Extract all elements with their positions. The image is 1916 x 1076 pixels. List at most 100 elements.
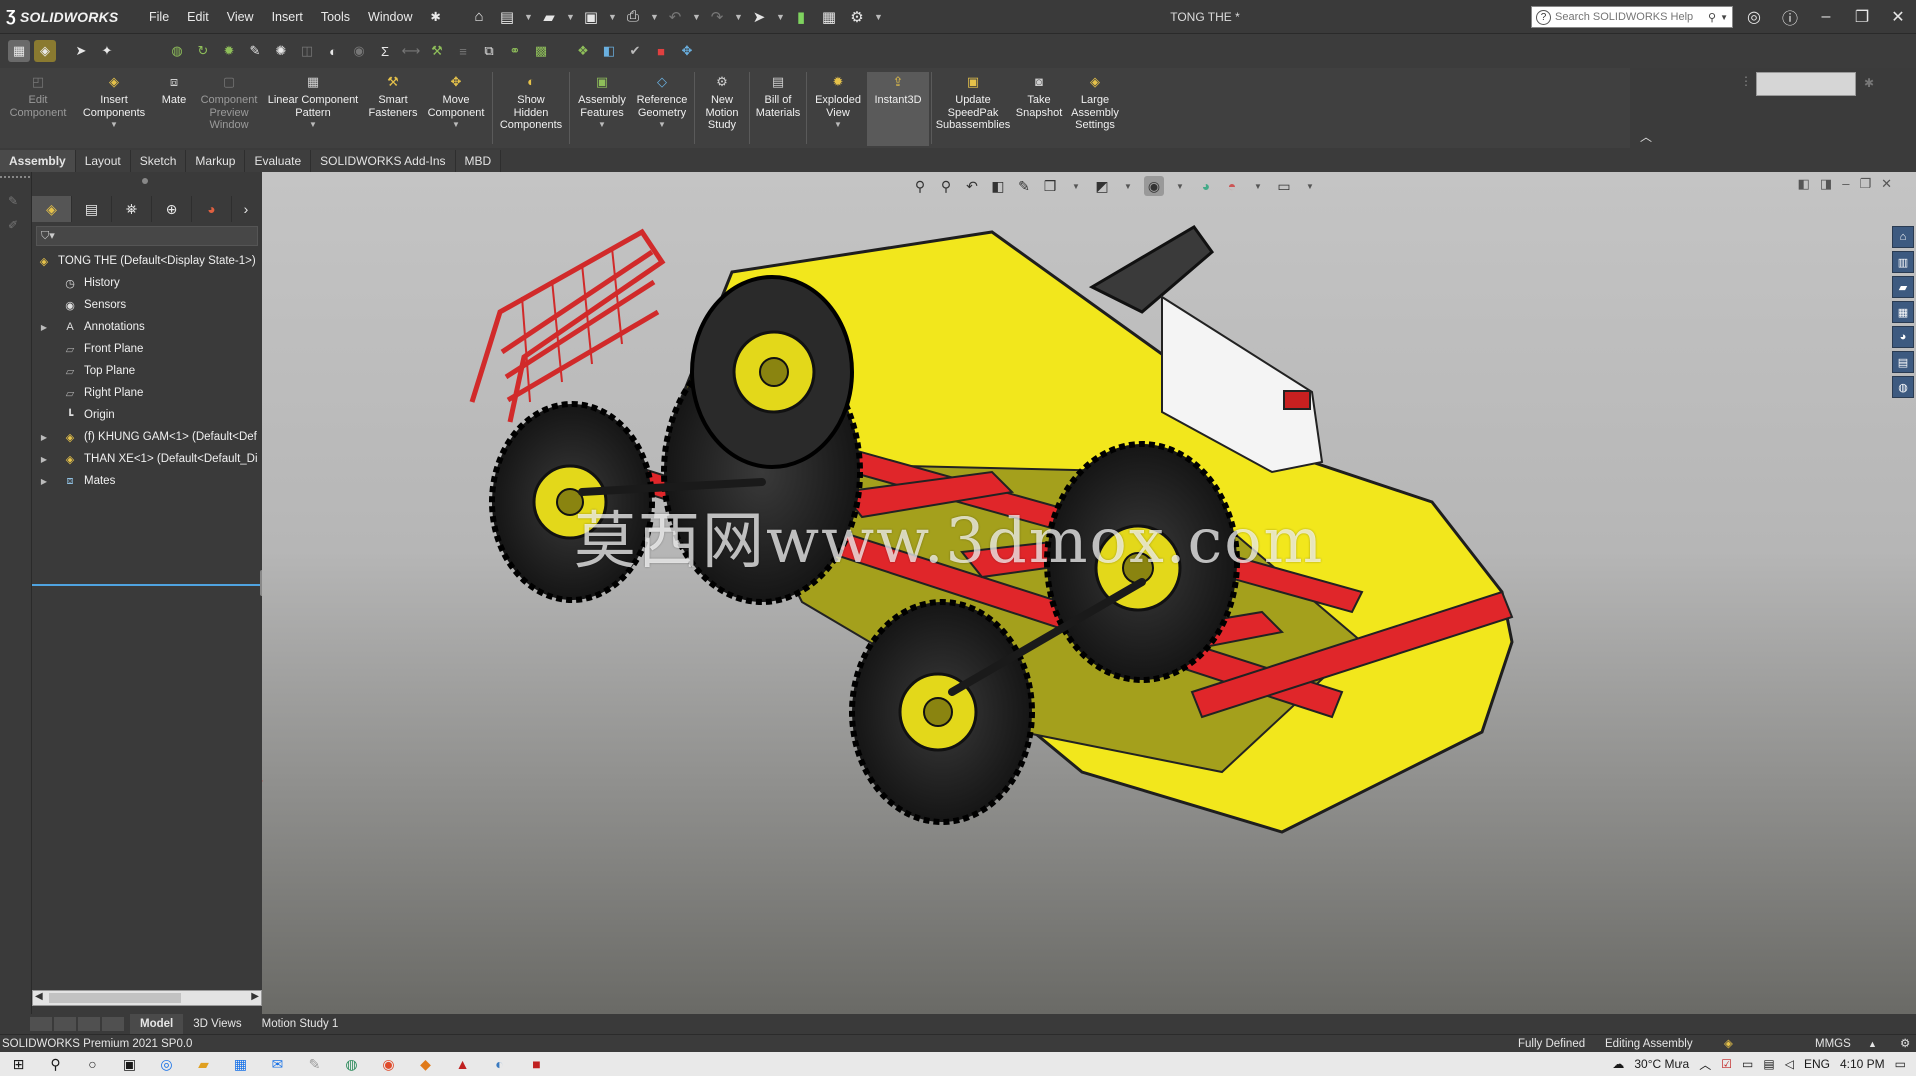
rebuild-icon[interactable]: ▮	[790, 6, 812, 28]
chevron-down-icon[interactable]: ▼	[776, 12, 785, 22]
smart-fastener-icon[interactable]: ⚒	[426, 40, 448, 62]
last-tab-icon[interactable]	[102, 1017, 124, 1031]
new-motion-study-button[interactable]: ⚙ New Motion Study	[697, 72, 747, 132]
chevron-down-icon[interactable]: ▼	[452, 119, 460, 132]
minimize-icon[interactable]: –	[1808, 8, 1844, 26]
configuration-dropdown[interactable]	[1756, 72, 1856, 96]
open-folder-icon[interactable]: ▰	[538, 6, 560, 28]
chevron-right-icon[interactable]: ›	[232, 196, 260, 222]
interference-icon[interactable]: ◉	[348, 40, 370, 62]
feature-tree-tab-icon[interactable]: ◈	[32, 196, 72, 222]
network-icon[interactable]: ▤	[1763, 1057, 1774, 1071]
menu-insert[interactable]: Insert	[263, 0, 312, 34]
volume-icon[interactable]: ◁	[1785, 1057, 1794, 1071]
chevron-left-icon[interactable]: ◀	[35, 991, 43, 1002]
tab-layout[interactable]: Layout	[75, 150, 131, 172]
print-icon[interactable]: ⎙	[622, 6, 644, 28]
configuration-manager-tab-icon[interactable]: ⛯	[112, 196, 152, 222]
select-pointer-icon[interactable]: ➤	[70, 40, 92, 62]
chevron-down-icon[interactable]: ▼	[658, 119, 666, 132]
jeep-model[interactable]	[262, 172, 1916, 1014]
tree-item-top-plane[interactable]: ▱ Top Plane	[32, 360, 262, 382]
chevron-up-icon[interactable]: ︿	[1699, 1056, 1711, 1073]
smart-fasteners-button[interactable]: ⚒ Smart Fasteners	[364, 72, 422, 119]
rollback-bar[interactable]	[32, 584, 260, 586]
horizontal-scrollbar[interactable]: ◀ ▶	[32, 990, 262, 1006]
save-icon[interactable]: ▣	[580, 6, 602, 28]
paint-icon[interactable]: ✎	[296, 1052, 333, 1076]
mirror-tool-icon[interactable]: ◫	[296, 40, 318, 62]
search-icon[interactable]: ⚲	[1708, 11, 1716, 24]
language-indicator[interactable]: ENG	[1804, 1057, 1830, 1071]
menu-edit[interactable]: Edit	[178, 0, 218, 34]
mate-tool-icon[interactable]: ◍	[166, 40, 188, 62]
sum-icon[interactable]: Σ	[374, 40, 396, 62]
move-component-button[interactable]: ✥ Move Component ▼	[422, 72, 490, 132]
display-manager-tab-icon[interactable]: ◕	[192, 196, 232, 222]
tab-assembly[interactable]: Assembly	[0, 150, 76, 172]
pin-icon[interactable]: ✎	[8, 194, 18, 208]
reference-geometry-button[interactable]: ◇ Reference Geometry ▼	[632, 72, 692, 132]
edit-component-button[interactable]: ◰ Edit Component	[0, 72, 76, 119]
weather-icon[interactable]: ☁	[1612, 1057, 1624, 1071]
explode-tool-icon[interactable]: ✹	[218, 40, 240, 62]
next-tab-icon[interactable]	[78, 1017, 100, 1031]
tab-3d-views[interactable]: 3D Views	[183, 1014, 251, 1034]
chevron-up-icon[interactable]: ▲	[1868, 1035, 1877, 1053]
expand-arrow-icon[interactable]: ▶	[38, 323, 50, 332]
scrollbar-thumb[interactable]	[49, 993, 181, 1003]
pin-icon[interactable]: ✱	[1864, 76, 1874, 90]
expand-arrow-icon[interactable]: ▶	[38, 433, 50, 442]
expand-arrow-icon[interactable]: ▶	[38, 455, 50, 464]
chevron-down-icon[interactable]: ▼	[598, 119, 606, 132]
chevron-right-icon[interactable]: ▶	[251, 991, 259, 1002]
link-icon[interactable]: ⚭	[504, 40, 526, 62]
previous-tab-icon[interactable]	[54, 1017, 76, 1031]
chevron-down-icon[interactable]: ▼	[566, 12, 575, 22]
grid-icon[interactable]: ▩	[530, 40, 552, 62]
hide-show-icon[interactable]: ◐	[322, 40, 344, 62]
tree-item-mates[interactable]: ▶ ⧈ Mates	[32, 470, 262, 492]
chevron-down-icon[interactable]: ▼	[874, 12, 883, 22]
redo-icon[interactable]: ↷	[706, 6, 728, 28]
unit-system[interactable]: MMGS	[1815, 1035, 1851, 1053]
copy-icon[interactable]: ⧉	[478, 40, 500, 62]
check-icon[interactable]: ✔	[624, 40, 646, 62]
tree-item-right-plane[interactable]: ▱ Right Plane	[32, 382, 262, 404]
app-u-icon[interactable]: ◍	[333, 1052, 370, 1076]
undo-icon[interactable]: ↶	[664, 6, 686, 28]
expand-arrow-icon[interactable]: ▶	[38, 477, 50, 486]
close-icon[interactable]: ✕	[1880, 7, 1916, 27]
chevron-down-icon[interactable]: ▼	[309, 119, 317, 132]
gear-icon[interactable]: ⚙	[846, 6, 868, 28]
tree-item-khung-gam[interactable]: ▶ ◈ (f) KHUNG GAM<1> (Default<Def	[32, 426, 262, 448]
tab-model[interactable]: Model	[130, 1014, 184, 1034]
chevron-down-icon[interactable]: ▼	[1720, 13, 1728, 22]
instant3d-button[interactable]: ⇪ Instant3D	[867, 72, 929, 146]
tab-motion-study[interactable]: Motion Study 1	[252, 1014, 349, 1034]
new-document-icon[interactable]: ▤	[496, 6, 518, 28]
chevron-down-icon[interactable]: ▼	[650, 12, 659, 22]
weather-text[interactable]: 30°C Mưa	[1634, 1057, 1689, 1071]
chevron-down-icon[interactable]: ▼	[834, 119, 842, 132]
cortana-icon[interactable]: ○	[74, 1052, 111, 1076]
stop-icon[interactable]: ■	[650, 40, 672, 62]
mail-icon[interactable]: ✉	[259, 1052, 296, 1076]
tree-filter[interactable]: ⛉▾	[36, 226, 258, 246]
rotate-component-icon[interactable]: ↻	[192, 40, 214, 62]
meet-icon[interactable]: ▭	[1742, 1057, 1753, 1071]
tree-item-origin[interactable]: ┗ Origin	[32, 404, 262, 426]
user-account-icon[interactable]: ◎	[1736, 7, 1772, 27]
chevron-down-icon[interactable]: ▼	[110, 119, 118, 132]
customize-icon[interactable]: ⚙	[1900, 1035, 1910, 1053]
task-view-icon[interactable]: ▣	[111, 1052, 148, 1076]
tree-item-history[interactable]: ◷ History	[32, 272, 262, 294]
insert-components-button[interactable]: ◈ Insert Components ▼	[76, 72, 152, 132]
move-handle-icon[interactable]: ✥	[676, 40, 698, 62]
large-assembly-settings-button[interactable]: ◈ Large Assembly Settings	[1066, 72, 1124, 132]
tree-item-annotations[interactable]: ▶ A Annotations	[32, 316, 262, 338]
tree-item-sensors[interactable]: ◉ Sensors	[32, 294, 262, 316]
tab-addins[interactable]: SOLIDWORKS Add-Ins	[311, 150, 456, 172]
clock[interactable]: 4:10 PM	[1840, 1057, 1885, 1071]
rebuild-indicator-icon[interactable]: ◈	[1724, 1035, 1733, 1053]
